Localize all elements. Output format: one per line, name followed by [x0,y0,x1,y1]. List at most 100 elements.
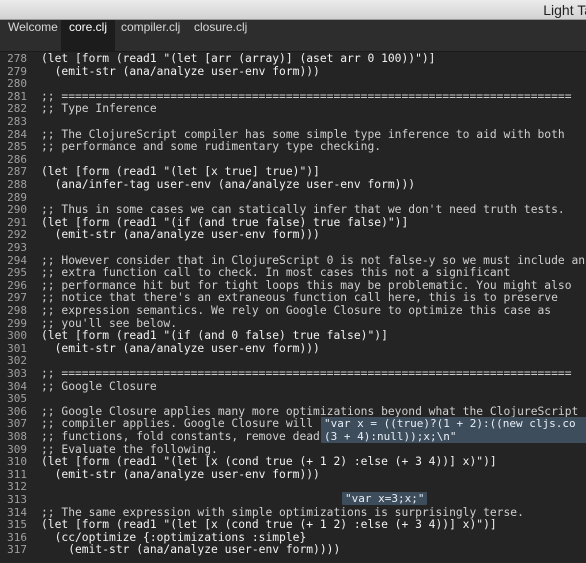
code-line[interactable]: 285 ;; performance and some rudimentary t… [0,140,586,153]
code-line[interactable]: 300 (let [form (read1 "(if (and 0 false) … [0,329,586,342]
code-editor[interactable]: 278 (let [form (read1 "(let [arr (array)]… [0,52,586,563]
code-line[interactable]: 291 (let [form (read1 "(if (and true fals… [0,216,586,229]
code-line[interactable]: 292 (emit-str (ana/analyze user-env form… [0,228,586,241]
code-comment[interactable]: ;; you'll see below. [41,317,177,330]
code-line[interactable]: 313 [0,493,586,506]
code-line[interactable]: 284 ;; The ClojureScript compiler has som… [0,128,586,141]
code-line[interactable]: 302 [0,354,586,367]
line-number: 313 [7,493,27,506]
line-number: 296 [7,278,27,292]
code-line[interactable]: 303 ;; ==================================… [0,367,586,380]
line-number: 307 [7,417,27,431]
code-comment[interactable]: ;; expression semantics. We rely on Goog… [41,304,551,317]
code-line[interactable]: 311 (emit-str (ana/analyze user-env form… [0,468,586,481]
code-line[interactable]: 312 [0,480,586,493]
code-line[interactable]: 283 [0,115,586,128]
code-line[interactable]: 304 ;; Google Closure [0,380,586,393]
code-line[interactable]: 296 ;; performance hit but for tight loop… [0,279,586,292]
code-line[interactable]: 290 ;; Thus in some cases we can statical… [0,203,586,216]
line-number: 303 [7,367,27,380]
code-text[interactable]: (let [form (read1 "(if (and true false) … [41,216,408,229]
line-number: 278 [7,52,27,65]
line-number: 306 [7,404,27,418]
code-comment[interactable]: ;; extra function call to check. In most… [41,266,510,279]
code-line[interactable]: 286 [0,153,586,166]
code-line[interactable]: 281 ;; ==================================… [0,90,586,103]
line-number: 293 [7,241,27,254]
code-line[interactable]: 314 ;; The same expression with simple op… [0,506,586,519]
tab-bar: Welcome core.clj compiler.clj closure.cl… [0,20,586,52]
code-text[interactable]: (emit-str (ana/analyze user-env form))) [41,342,320,355]
code-line[interactable]: 289 [0,191,586,204]
code-comment[interactable]: ;; Google Closure applies many more opti… [41,405,578,418]
code-line[interactable]: 288 (ana/infer-tag user-env (ana/analyze… [0,178,586,191]
code-comment[interactable]: ;; notice that there's an extraneous fun… [41,291,558,304]
line-number: 311 [7,467,27,481]
code-text[interactable]: (let [form (read1 "(let [arr (array)] (a… [41,52,435,65]
code-comment[interactable]: ;; =====================================… [41,367,572,380]
code-line[interactable]: 280 [0,77,586,90]
code-comment[interactable]: ;; Thus in some cases we can statically … [41,203,565,216]
code-line[interactable]: 310 (let [form (read1 "(let [x (cond true… [0,455,586,468]
code-comment[interactable]: ;; The ClojureScript compiler has some s… [41,128,565,141]
line-number: 295 [7,266,27,280]
code-line[interactable]: 309 ;; Evaluate the following. [0,443,586,456]
code-text[interactable]: (ana/infer-tag user-env (ana/analyze use… [41,178,415,191]
line-number: 280 [7,77,27,91]
code-line[interactable]: 317 (emit-str (ana/analyze user-env form… [0,543,586,556]
tab-closure-clj[interactable]: closure.clj [186,20,255,51]
line-number: 292 [7,228,27,242]
code-line[interactable]: 299 ;; you'll see below. [0,317,586,330]
code-line[interactable]: 279 (emit-str (ana/analyze user-env form… [0,65,586,78]
code-text[interactable]: (emit-str (ana/analyze user-env form)))) [41,543,340,556]
line-number: 310 [7,455,27,469]
line-number: 300 [7,329,27,343]
code-comment[interactable]: ;; However consider that in ClojureScrip… [41,254,585,267]
code-comment[interactable]: ;; Google Closure [41,380,157,393]
line-number: 282 [7,102,27,116]
code-line[interactable]: 305 [0,392,586,405]
code-comment[interactable]: ;; performance and some rudimentary type… [41,140,381,153]
code-line[interactable]: 306 ;; Google Closure applies many more o… [0,405,586,418]
code-comment[interactable]: ;; Type Inference [41,102,157,115]
code-comment[interactable]: ;; performance hit but for tight loops t… [41,279,572,292]
code-line[interactable]: 278 (let [form (read1 "(let [arr (array)]… [0,52,586,65]
tab-core-clj[interactable]: core.clj [61,20,116,51]
code-text[interactable]: (let [form (read1 "(let [x true] true)")… [41,165,320,178]
code-text[interactable]: (emit-str (ana/analyze user-env form))) [41,228,320,241]
code-line[interactable]: 298 ;; expression semantics. We rely on G… [0,304,586,317]
code-line[interactable]: 293 [0,241,586,254]
code-line[interactable]: 294 ;; However consider that in ClojureSc… [0,254,586,267]
inline-result-311: "var x = ((true)?(1 + 2):((new cljs.co (… [321,417,586,443]
tab-welcome[interactable]: Welcome [0,20,66,51]
code-line[interactable]: 301 (emit-str (ana/analyze user-env form… [0,342,586,355]
line-number: 286 [7,152,27,166]
code-comment[interactable]: ;; Evaluate the following. [41,443,218,456]
code-comment[interactable]: ;; =====================================… [41,90,572,103]
line-number: 304 [7,379,27,393]
code-line[interactable]: 295 ;; extra function call to check. In m… [0,266,586,279]
line-number: 284 [7,127,27,141]
code-text[interactable]: (let [form (read1 "(if (and 0 false) tru… [41,329,388,342]
code-line[interactable]: 315 (let [form (read1 "(let [x (cond true… [0,518,586,531]
code-text[interactable]: (let [form (read1 "(let [x (cond true (+… [41,455,497,468]
code-line[interactable]: 316 (cc/optimize {:optimizations :simple… [0,531,586,544]
code-line[interactable]: 297 ;; notice that there's an extraneous … [0,291,586,304]
inline-result-316: "var x=3;x;" [342,492,428,505]
code-text[interactable]: (let [form (read1 "(let [x (cond true (+… [41,518,497,531]
line-number: 309 [7,442,27,456]
code-comment[interactable]: ;; The same expression with simple optim… [41,506,524,519]
window-title: Light Ta [543,2,586,18]
line-number: 298 [7,304,27,317]
line-number: 289 [7,190,27,204]
code-text[interactable]: (cc/optimize {:optimizations :simple} [41,531,307,544]
code-line[interactable]: 282 ;; Type Inference [0,102,586,115]
line-number: 312 [7,480,27,494]
line-number: 287 [7,165,27,179]
tab-compiler-clj[interactable]: compiler.clj [113,20,188,51]
code-text[interactable]: (emit-str (ana/analyze user-env form))) [41,65,320,78]
code-line[interactable]: 287 (let [form (read1 "(let [x true] true… [0,165,586,178]
code-text[interactable]: (emit-str (ana/analyze user-env form))) [41,468,320,481]
line-number: 281 [7,89,27,103]
line-number: 290 [7,203,27,217]
